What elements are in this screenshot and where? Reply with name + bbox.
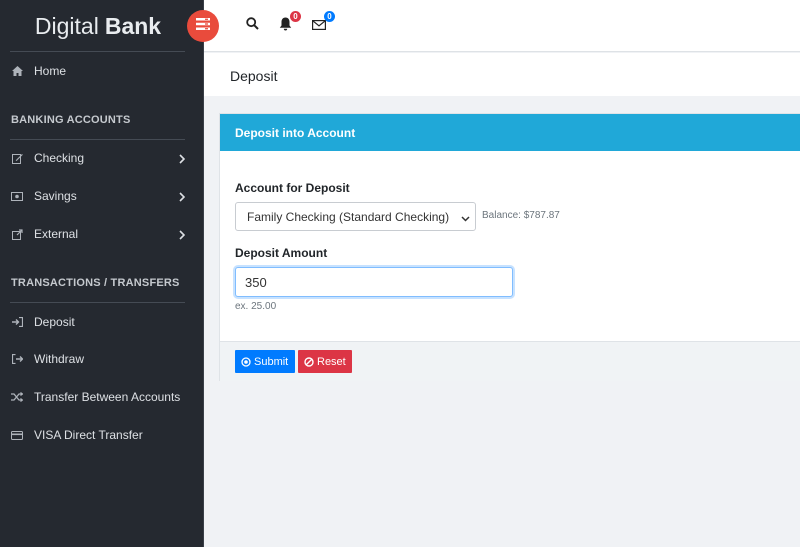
- reset-button[interactable]: Reset: [298, 350, 352, 373]
- sidebar-item-deposit[interactable]: Deposit: [0, 307, 196, 337]
- section-header-transactions: TRANSACTIONS / TRANSFERS: [11, 277, 180, 289]
- page-header: Deposit: [204, 53, 800, 96]
- shuffle-icon: [11, 391, 23, 403]
- submit-label: Submit: [254, 355, 289, 368]
- section-divider: [10, 302, 185, 303]
- amount-hint: ex. 25.00: [235, 301, 277, 312]
- page-title: Deposit: [230, 68, 278, 84]
- section-header-banking: BANKING ACCOUNTS: [11, 114, 131, 126]
- menu-toggle-button[interactable]: [187, 10, 219, 42]
- card-footer: Submit Reset: [220, 341, 800, 381]
- dot-circle-icon: [241, 356, 251, 367]
- chevron-down-icon: [461, 212, 470, 226]
- sidebar-item-visa-transfer[interactable]: VISA Direct Transfer: [0, 420, 196, 450]
- topbar: 0 0: [204, 0, 800, 52]
- account-balance: Balance: $787.87: [482, 210, 560, 221]
- sidebar-item-label: Savings: [34, 189, 77, 203]
- sidebar-item-external[interactable]: External: [0, 219, 196, 249]
- brand-divider: [10, 51, 185, 52]
- sidebar-item-label: VISA Direct Transfer: [34, 428, 143, 442]
- account-select[interactable]: Family Checking (Standard Checking): [235, 202, 476, 231]
- card-title: Deposit into Account: [220, 114, 800, 151]
- brand-logo[interactable]: Digital Bank: [0, 0, 196, 52]
- money-icon: [11, 190, 23, 202]
- deposit-form-card: Deposit into Account Account for Deposit…: [219, 113, 800, 381]
- deposit-amount-input[interactable]: [235, 267, 513, 297]
- bell-icon: [279, 17, 292, 36]
- notifications-badge: 0: [290, 11, 301, 22]
- account-label: Account for Deposit: [235, 181, 350, 195]
- sign-out-icon: [11, 353, 23, 365]
- sidebar-item-home[interactable]: Home: [0, 56, 196, 86]
- messages-button[interactable]: 0: [310, 11, 335, 35]
- home-icon: [11, 65, 23, 77]
- chevron-right-icon: [179, 191, 186, 205]
- credit-card-icon: [11, 429, 23, 441]
- brand-name-bold: Bank: [104, 12, 162, 39]
- sidebar-item-savings[interactable]: Savings: [0, 181, 196, 211]
- sidebar-item-label: Deposit: [34, 315, 75, 329]
- sidebar-item-checking[interactable]: Checking: [0, 143, 196, 173]
- sidebar-item-label: Home: [34, 64, 67, 78]
- envelope-icon: [312, 17, 327, 35]
- submit-button[interactable]: Submit: [235, 350, 295, 373]
- section-divider: [10, 139, 185, 140]
- messages-badge: 0: [324, 11, 335, 22]
- search-icon: [245, 17, 259, 35]
- account-select-value: Family Checking (Standard Checking): [247, 209, 450, 224]
- notifications-button[interactable]: 0: [276, 11, 301, 36]
- edit-icon: [11, 152, 23, 164]
- sidebar-item-label: Checking: [34, 151, 85, 165]
- brand-name-light: Digital: [34, 12, 99, 39]
- sidebar-item-label: External: [34, 227, 79, 241]
- sidebar-item-label: Withdraw: [34, 352, 85, 366]
- sidebar-item-label: Transfer Between Accounts: [34, 390, 181, 404]
- sidebar-item-transfer[interactable]: Transfer Between Accounts: [0, 382, 196, 412]
- menu-icon: [196, 17, 210, 35]
- chevron-right-icon: [179, 229, 186, 243]
- search-button[interactable]: [243, 17, 261, 35]
- amount-label: Deposit Amount: [235, 246, 328, 260]
- sidebar-item-withdraw[interactable]: Withdraw: [0, 344, 196, 374]
- chevron-right-icon: [179, 153, 186, 167]
- ban-icon: [304, 356, 314, 367]
- sidebar: Digital Bank Home BANKING ACCOUNTS Check…: [0, 0, 204, 547]
- sign-in-icon: [11, 316, 23, 328]
- external-link-icon: [11, 228, 23, 240]
- reset-label: Reset: [317, 355, 346, 368]
